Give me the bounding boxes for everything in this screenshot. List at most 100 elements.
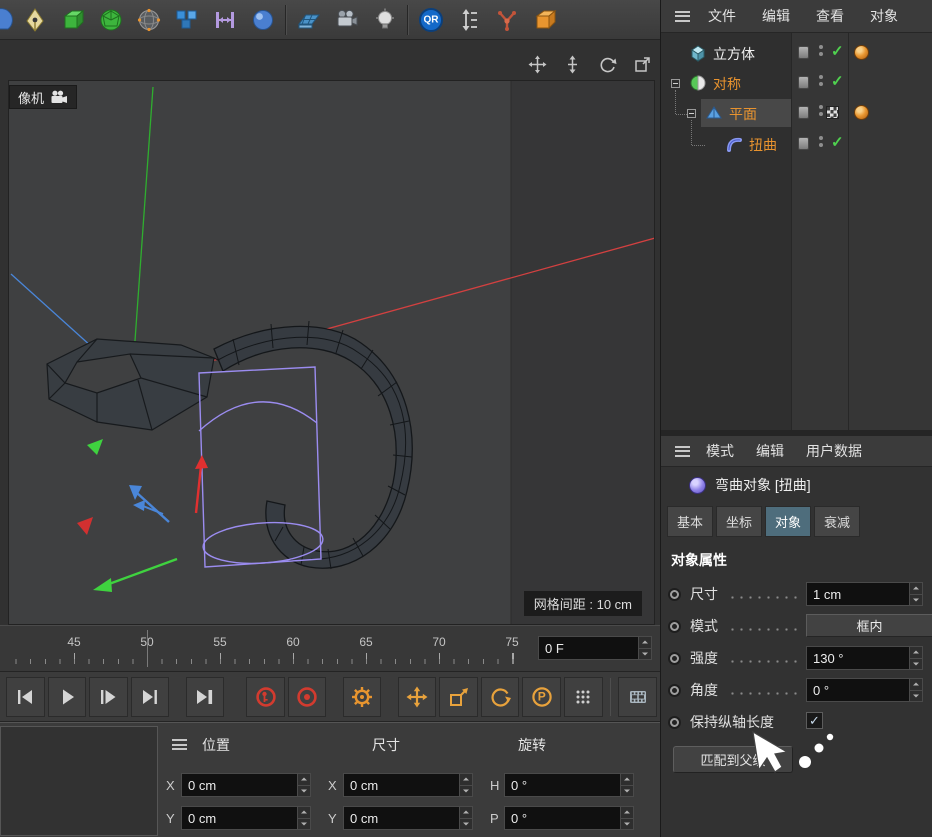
rot-p-field[interactable]: 0 ° <box>504 806 634 830</box>
tab-falloff[interactable]: 衰减 <box>814 506 860 537</box>
goto-start-button[interactable] <box>6 677 45 717</box>
tab-object[interactable]: 对象 <box>765 506 811 537</box>
size-x-spinner[interactable] <box>459 774 472 796</box>
size-field[interactable]: 1 cm <box>806 582 923 606</box>
pos-y-field[interactable]: 0 cm <box>181 806 311 830</box>
menu-edit[interactable]: 编辑 <box>762 6 790 26</box>
joint-tool-icon[interactable] <box>488 2 526 38</box>
size-x-field[interactable]: 0 cm <box>343 773 473 797</box>
play-button[interactable] <box>48 677 87 717</box>
render-qr-icon[interactable]: QR <box>412 2 450 38</box>
strength-field[interactable]: 130 ° <box>806 646 923 670</box>
clipped-tool-icon[interactable] <box>0 2 16 38</box>
timeline-ruler[interactable]: 45 50 55 60 65 70 75 0 F <box>0 625 660 672</box>
pos-x-spinner[interactable] <box>297 774 310 796</box>
spline-pen-icon[interactable] <box>16 2 54 38</box>
coords-menu-icon[interactable] <box>172 739 187 750</box>
cube-object-icon[interactable] <box>689 44 707 62</box>
current-frame-field[interactable]: 0 F <box>538 636 652 660</box>
object-label-cube[interactable]: 立方体 <box>713 44 755 64</box>
expand-box-plane[interactable] <box>687 109 696 118</box>
timeline-playhead[interactable] <box>147 630 148 667</box>
mode-dropdown[interactable]: 框内 <box>806 614 932 637</box>
editable-mesh-sphere-icon[interactable] <box>130 2 168 38</box>
goto-end-button[interactable] <box>131 677 170 717</box>
autokey-button[interactable] <box>288 677 327 717</box>
menu-view[interactable]: 查看 <box>816 6 844 26</box>
soft-sphere-deformer-icon[interactable] <box>244 2 282 38</box>
angle-value[interactable]: 0 ° <box>807 679 909 701</box>
object-row-bend[interactable]: 扭曲 <box>661 129 932 159</box>
platonic-solid-icon[interactable] <box>92 2 130 38</box>
rot-p-value[interactable]: 0 ° <box>505 807 620 829</box>
object-row-cube[interactable]: 立方体 <box>661 38 932 68</box>
strength-value[interactable]: 130 ° <box>807 647 909 669</box>
menu-mode[interactable]: 模式 <box>706 441 734 461</box>
snap-guides-icon[interactable] <box>206 2 244 38</box>
scale-tool-button[interactable] <box>439 677 478 717</box>
enabled-check-icon[interactable] <box>831 133 844 151</box>
size-y-field[interactable]: 0 cm <box>343 806 473 830</box>
rot-h-value[interactable]: 0 ° <box>505 774 620 796</box>
symmetry-object-icon[interactable] <box>689 74 707 92</box>
size-x-value[interactable]: 0 cm <box>344 774 459 796</box>
rot-h-field[interactable]: 0 ° <box>504 773 634 797</box>
fit-to-parent-button[interactable]: 匹配到父级 <box>673 746 793 773</box>
rotate-tool-button[interactable] <box>481 677 520 717</box>
angle-spinner[interactable] <box>909 679 922 701</box>
rot-p-spinner[interactable] <box>620 807 633 829</box>
layer-square-icon[interactable] <box>798 76 809 89</box>
keyframe-circle-icon[interactable] <box>670 654 679 663</box>
coord-system-button[interactable]: P <box>522 677 561 717</box>
material-ball-icon[interactable] <box>854 105 869 120</box>
size-spinner[interactable] <box>909 583 922 605</box>
object-row-plane[interactable]: 平面 <box>661 98 932 128</box>
menu-userdata[interactable]: 用户数据 <box>806 441 862 461</box>
pos-x-field[interactable]: 0 cm <box>181 773 311 797</box>
size-y-value[interactable]: 0 cm <box>344 807 459 829</box>
step-forward-button[interactable] <box>89 677 128 717</box>
texture-tag-icon[interactable] <box>826 106 839 119</box>
array-cubes-icon[interactable] <box>168 2 206 38</box>
material-cube-icon[interactable] <box>526 2 564 38</box>
move-tool-button[interactable] <box>398 677 437 717</box>
tab-basic[interactable]: 基本 <box>667 506 713 537</box>
angle-field[interactable]: 0 ° <box>806 678 923 702</box>
plane-object-icon[interactable] <box>705 104 723 122</box>
visibility-dots-icon[interactable] <box>819 75 823 86</box>
bend-object-icon[interactable] <box>725 135 743 153</box>
viewport-orbit-icon[interactable] <box>597 54 617 74</box>
goto-last-key-button[interactable] <box>186 677 225 717</box>
size-value[interactable]: 1 cm <box>807 583 909 605</box>
cube-primitive-icon[interactable] <box>54 2 92 38</box>
viewport-maximize-icon[interactable] <box>632 54 652 74</box>
object-manager-menu-icon[interactable] <box>675 11 690 22</box>
strength-spinner[interactable] <box>909 647 922 669</box>
enabled-check-icon[interactable] <box>831 72 844 90</box>
visibility-dots-icon[interactable] <box>819 136 823 147</box>
pos-x-value[interactable]: 0 cm <box>182 774 297 796</box>
material-manager-empty[interactable] <box>0 726 158 836</box>
camera-icon[interactable] <box>328 2 366 38</box>
layer-square-icon[interactable] <box>798 46 809 59</box>
object-label-symmetry[interactable]: 对称 <box>713 74 741 94</box>
layer-square-icon[interactable] <box>798 137 809 150</box>
visibility-dots-icon[interactable] <box>819 105 823 116</box>
film-render-button[interactable] <box>618 677 657 717</box>
floor-grid-icon[interactable] <box>290 2 328 38</box>
viewport-canvas[interactable]: 像机 <box>8 80 655 625</box>
axis-mode-icon[interactable] <box>450 2 488 38</box>
palette-dots-button[interactable] <box>564 677 603 717</box>
pos-y-value[interactable]: 0 cm <box>182 807 297 829</box>
frame-spinner[interactable] <box>638 637 651 659</box>
spinner-down-icon[interactable] <box>639 649 651 660</box>
keyframe-circle-icon[interactable] <box>670 590 679 599</box>
keyframe-circle-icon[interactable] <box>670 622 679 631</box>
rot-h-spinner[interactable] <box>620 774 633 796</box>
expand-box-symmetry[interactable] <box>671 79 680 88</box>
keyframe-circle-icon[interactable] <box>670 686 679 695</box>
object-label-bend[interactable]: 扭曲 <box>749 135 777 155</box>
pos-y-spinner[interactable] <box>297 807 310 829</box>
current-frame-value[interactable]: 0 F <box>539 637 638 659</box>
menu-object[interactable]: 对象 <box>870 6 898 26</box>
